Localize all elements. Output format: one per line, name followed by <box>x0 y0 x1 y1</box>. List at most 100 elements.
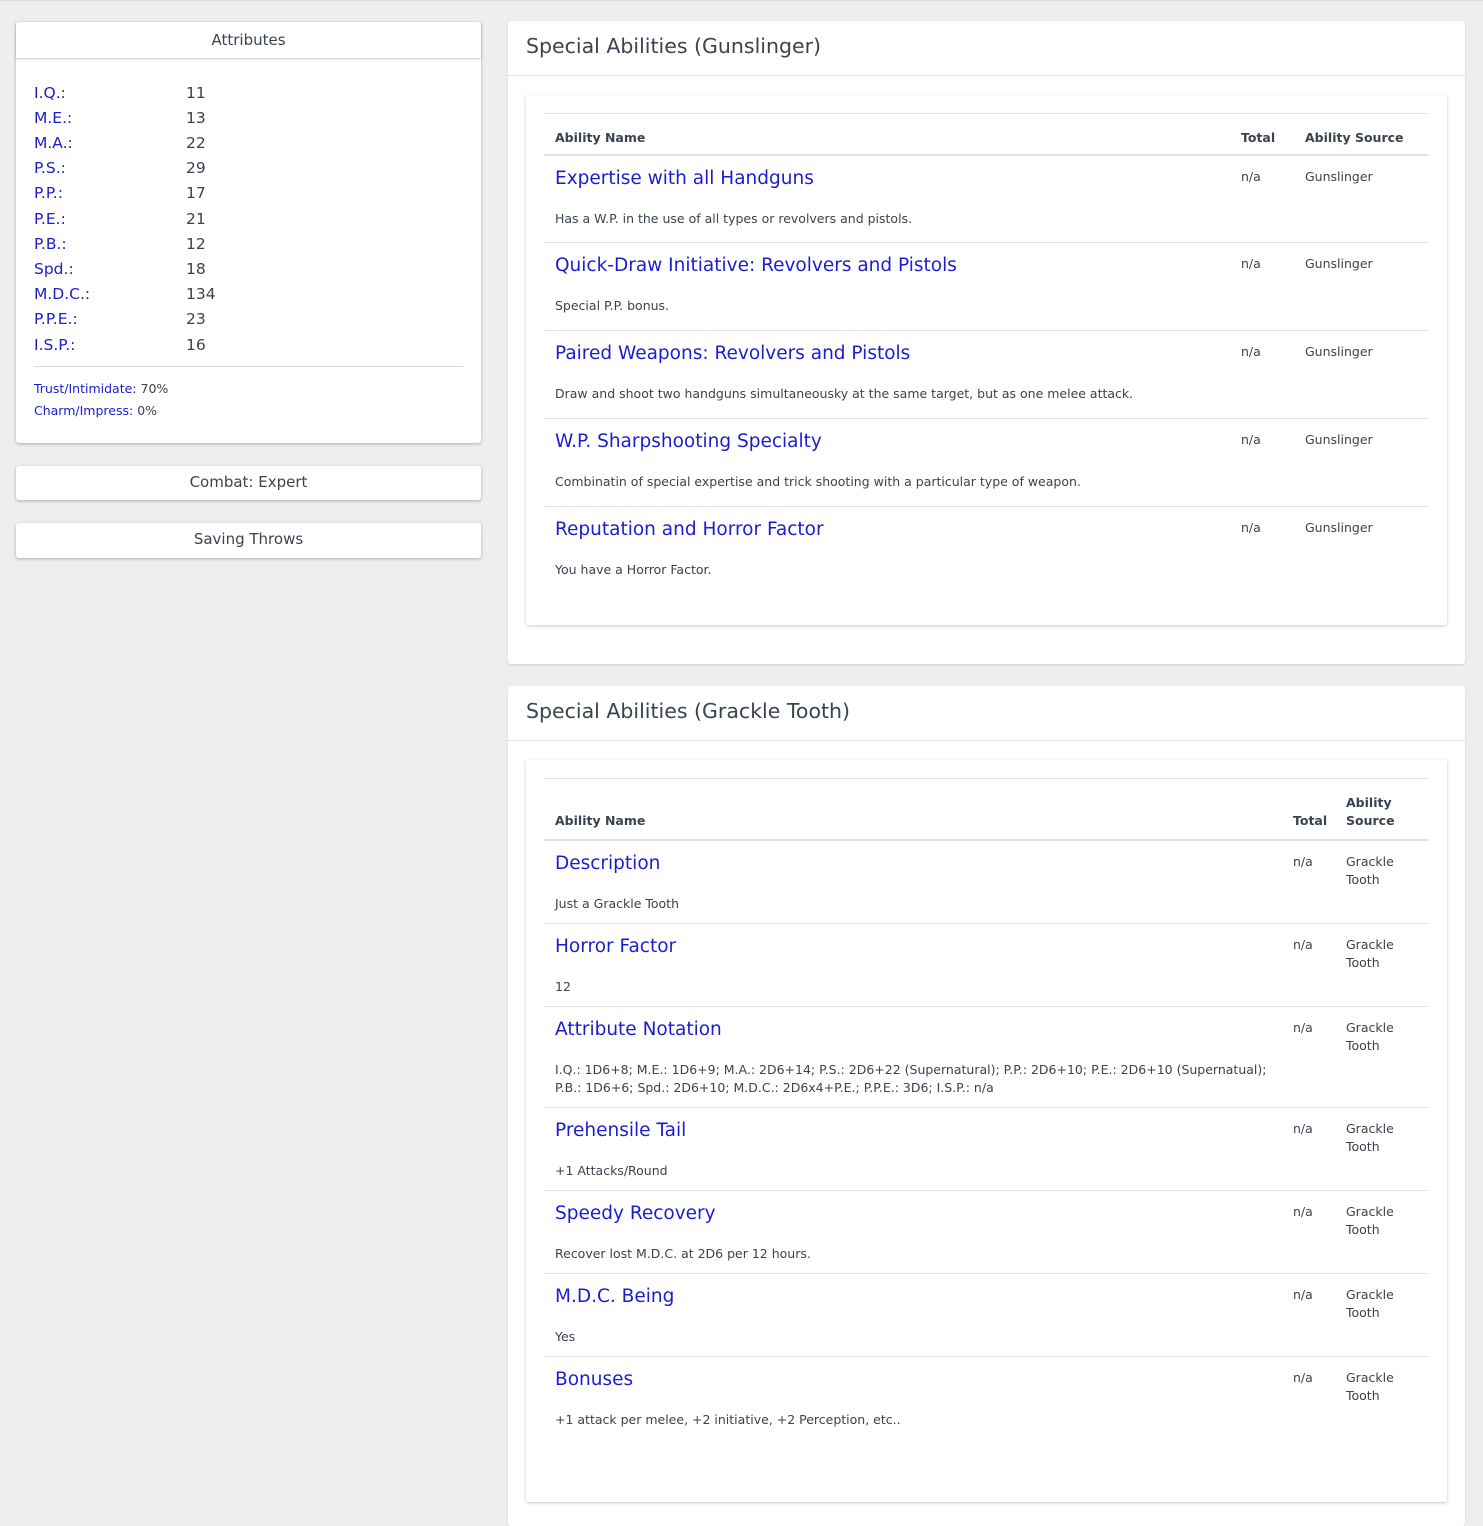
table-row: Bonuses +1 attack per melee, +2 initiativ… <box>544 1356 1429 1439</box>
attr-value: 21 <box>186 210 206 228</box>
attr-label[interactable]: M.D.C.: <box>34 285 90 303</box>
top-divider <box>0 0 1483 1</box>
combat-header[interactable]: Combat: Expert <box>16 466 481 500</box>
attr-label[interactable]: M.E.: <box>34 109 72 127</box>
trust-label[interactable]: Trust/Intimidate: <box>34 381 137 396</box>
table-row: Description Just a Grackle Tooth n/a Grac… <box>544 839 1429 924</box>
ability-name-link[interactable]: Expertise with all Handguns <box>555 167 1219 191</box>
table-row: Speedy Recovery Recover lost M.D.C. at 2D… <box>544 1190 1429 1274</box>
ability-source: Grackle Tooth <box>1335 1273 1429 1357</box>
ability-name-link[interactable]: Paired Weapons: Revolvers and Pistols <box>555 342 1219 366</box>
ability-name-link[interactable]: Description <box>555 852 1271 876</box>
ability-name-link[interactable]: Attribute Notation <box>555 1018 1271 1042</box>
header-ability-name: Ability Name <box>544 113 1230 156</box>
table-row: Horror Factor 12 n/a Grackle Tooth <box>544 923 1429 1007</box>
ability-total: n/a <box>1282 1273 1335 1357</box>
table-row: Paired Weapons: Revolvers and Pistols Dra… <box>544 330 1429 419</box>
ability-source: Grackle Tooth <box>1335 1190 1429 1274</box>
header-ability-source: Ability Source <box>1335 778 1429 841</box>
attr-label[interactable]: P.P.E.: <box>34 310 78 328</box>
attr-label[interactable]: P.P.: <box>34 184 63 202</box>
header-total: Total <box>1282 778 1335 841</box>
table-row: Attribute Notation I.Q.: 1D6+8; M.E.: 1D6… <box>544 1006 1429 1108</box>
ability-source: Grackle Tooth <box>1346 1369 1394 1403</box>
attr-label[interactable]: Spd.: <box>34 260 74 278</box>
grackle-tooth-title: Special Abilities (Grackle Tooth) <box>508 686 1465 741</box>
attr-label[interactable]: I.Q.: <box>34 84 66 102</box>
table-row: W.P. Sharpshooting Specialty Combinatin o… <box>544 418 1429 507</box>
ability-total: n/a <box>1282 1190 1335 1274</box>
ability-total: n/a <box>1282 1107 1335 1191</box>
table-row: Reputation and Horror Factor You have a H… <box>544 507 1429 595</box>
attr-label[interactable]: P.S.: <box>34 159 66 177</box>
attr-value: 23 <box>186 310 206 328</box>
saving-throws-card[interactable]: Saving Throws <box>16 523 481 558</box>
ability-name-link[interactable]: Horror Factor <box>555 935 1271 959</box>
ability-name-link[interactable]: Quick-Draw Initiative: Revolvers and Pis… <box>555 254 1219 278</box>
attr-value: 29 <box>186 159 206 177</box>
ability-description: Yes <box>555 1328 576 1344</box>
ability-total: n/a <box>1282 839 1335 924</box>
ability-source: Gunslinger <box>1294 330 1429 419</box>
ability-total: n/a <box>1293 1369 1313 1385</box>
charm-impress: Charm/Impress: 0% <box>34 403 157 418</box>
attr-label[interactable]: M.A.: <box>34 134 73 152</box>
attr-value: 13 <box>186 109 206 127</box>
ability-total: n/a <box>1282 1006 1335 1108</box>
ability-description: Combinatin of special expertise and tric… <box>555 474 1081 489</box>
ability-source: Grackle Tooth <box>1335 1006 1429 1108</box>
charm-label[interactable]: Charm/Impress: <box>34 403 133 418</box>
ability-total: n/a <box>1230 418 1294 507</box>
ability-source: Gunslinger <box>1294 154 1429 243</box>
attributes-card: Attributes I.Q.: 11 M.E.: 13 M.A.: 22 P.… <box>16 22 481 443</box>
gunslinger-title: Special Abilities (Gunslinger) <box>508 21 1465 76</box>
attr-value: 16 <box>186 336 206 354</box>
attr-label[interactable]: P.E.: <box>34 210 66 228</box>
ability-source: Grackle Tooth <box>1335 839 1429 924</box>
ability-source: Gunslinger <box>1294 418 1429 507</box>
ability-source: Grackle Tooth <box>1335 923 1429 1007</box>
ability-description: Special P.P. bonus. <box>555 298 670 313</box>
grackle-tooth-abilities-panel: Special Abilities (Grackle Tooth) Abilit… <box>508 686 1465 1526</box>
attributes-header[interactable]: Attributes <box>16 22 481 58</box>
ability-name-link[interactable]: Reputation and Horror Factor <box>555 518 1219 542</box>
combat-card[interactable]: Combat: Expert <box>16 466 481 500</box>
ability-description: Recover lost M.D.C. at 2D6 per 12 hours. <box>555 1245 811 1261</box>
ability-description: You have a Horror Factor. <box>555 562 712 577</box>
ability-description: I.Q.: 1D6+8; M.E.: 1D6+9; M.A.: 2D6+14; … <box>555 1061 1267 1095</box>
attr-value: 22 <box>186 134 206 152</box>
ability-name-link[interactable]: M.D.C. Being <box>555 1285 1271 1309</box>
attr-value: 12 <box>186 235 206 253</box>
ability-name-link[interactable]: Bonuses <box>555 1368 1271 1392</box>
ability-description: 12 <box>555 978 571 994</box>
header-ability-source: Ability Source <box>1294 113 1429 156</box>
saving-throws-header[interactable]: Saving Throws <box>16 523 481 557</box>
ability-description: +1 Attacks/Round <box>555 1162 668 1178</box>
ability-source: Gunslinger <box>1305 520 1373 535</box>
ability-name-link[interactable]: Speedy Recovery <box>555 1202 1271 1226</box>
grackle-tooth-table-card: Ability Name Total Ability Source Descri… <box>526 760 1447 1502</box>
ability-name-link[interactable]: Prehensile Tail <box>555 1119 1271 1143</box>
ability-source: Gunslinger <box>1294 242 1429 331</box>
ability-description: +1 attack per melee, +2 initiative, +2 P… <box>555 1411 901 1427</box>
ability-total: n/a <box>1230 154 1294 243</box>
grackle-tooth-abilities-table: Ability Name Total Ability Source Descri… <box>544 778 1429 1439</box>
gunslinger-abilities-table: Ability Name Total Ability Source Expert… <box>544 113 1429 595</box>
attr-label[interactable]: I.S.P.: <box>34 336 75 354</box>
ability-total: n/a <box>1241 520 1261 535</box>
ability-description: Draw and shoot two handguns simultaneous… <box>555 386 1134 401</box>
gunslinger-abilities-panel: Special Abilities (Gunslinger) Ability N… <box>508 21 1465 664</box>
attr-value: 134 <box>186 285 216 303</box>
header-total: Total <box>1230 113 1294 156</box>
attr-value: 11 <box>186 84 206 102</box>
table-row: M.D.C. Being Yes n/a Grackle Tooth <box>544 1273 1429 1357</box>
ability-total: n/a <box>1282 923 1335 1007</box>
attr-value: 18 <box>186 260 206 278</box>
ability-total: n/a <box>1230 242 1294 331</box>
attr-value: 17 <box>186 184 206 202</box>
ability-name-link[interactable]: W.P. Sharpshooting Specialty <box>555 430 1219 454</box>
gunslinger-table-card: Ability Name Total Ability Source Expert… <box>526 95 1447 625</box>
charm-value: 0% <box>137 403 158 418</box>
attr-label[interactable]: P.B.: <box>34 235 67 253</box>
ability-source: Grackle Tooth <box>1335 1107 1429 1191</box>
